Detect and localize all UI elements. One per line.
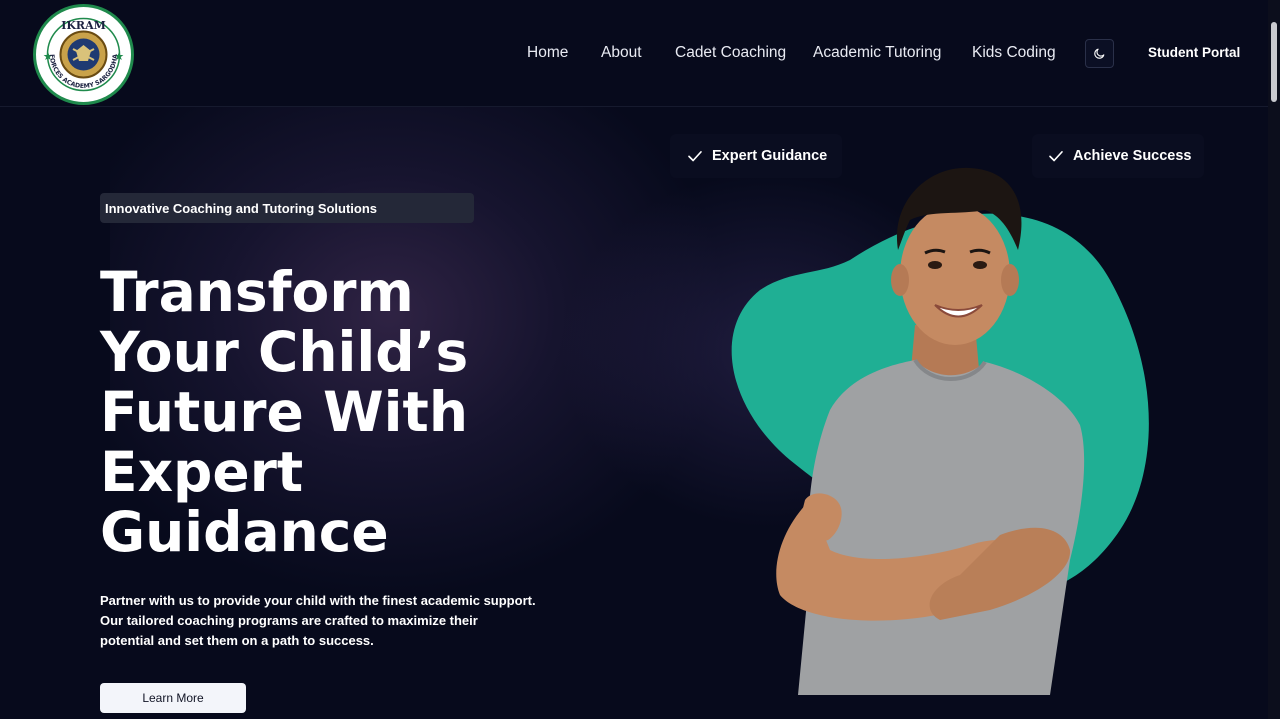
nav-about[interactable]: About (601, 44, 642, 66)
headline-line: Expert (100, 440, 304, 504)
check-icon (1049, 151, 1063, 162)
site-header: IKRAM FORCES ACADEMY SARGODHA Home About… (0, 0, 1268, 107)
nav-kids-coding[interactable]: Kids Coding (972, 44, 1056, 66)
feature-pill-expert-guidance: Expert Guidance (670, 134, 842, 178)
scrollbar-thumb[interactable] (1271, 22, 1277, 102)
description-line: Our tailored coaching programs are craft… (100, 613, 478, 628)
feature-label: Expert Guidance (712, 148, 828, 164)
feature-label: Achieve Success (1073, 148, 1192, 164)
nav-academic-tutoring[interactable]: Academic Tutoring (813, 44, 941, 66)
page: IKRAM FORCES ACADEMY SARGODHA Home About… (0, 0, 1280, 719)
hero-badge: Innovative Coaching and Tutoring Solutio… (100, 193, 474, 223)
nav-cadet-coaching[interactable]: Cadet Coaching (675, 44, 786, 66)
hero-description: Partner with us to provide your child wi… (100, 591, 540, 651)
student-hero-image (731, 167, 1149, 695)
headline-line: Your Child’s (100, 320, 469, 384)
headline-line: Transform (100, 260, 414, 324)
headline-line: Future With (100, 380, 468, 444)
learn-more-button[interactable]: Learn More (100, 683, 246, 713)
theme-toggle-button[interactable] (1085, 39, 1114, 68)
hero-headline: Transform Your Child’s Future With Exper… (100, 262, 580, 562)
student-portal-link[interactable]: Student Portal (1148, 45, 1240, 60)
feature-pill-achieve-success: Achieve Success (1032, 134, 1204, 178)
academy-logo[interactable]: IKRAM FORCES ACADEMY SARGODHA (33, 4, 134, 105)
headline-line: Guidance (100, 500, 389, 564)
check-icon (688, 151, 702, 162)
moon-icon (1094, 48, 1105, 59)
page-scrollbar[interactable] (1268, 0, 1280, 719)
nav-home[interactable]: Home (527, 44, 568, 66)
description-line: potential and set them on a path to succ… (100, 633, 374, 648)
gray-shirt (798, 360, 1085, 695)
logo-emblem-icon: IKRAM FORCES ACADEMY SARGODHA (43, 17, 124, 92)
description-line: Partner with us to provide your child wi… (100, 593, 536, 608)
svg-text:IKRAM: IKRAM (61, 19, 106, 32)
